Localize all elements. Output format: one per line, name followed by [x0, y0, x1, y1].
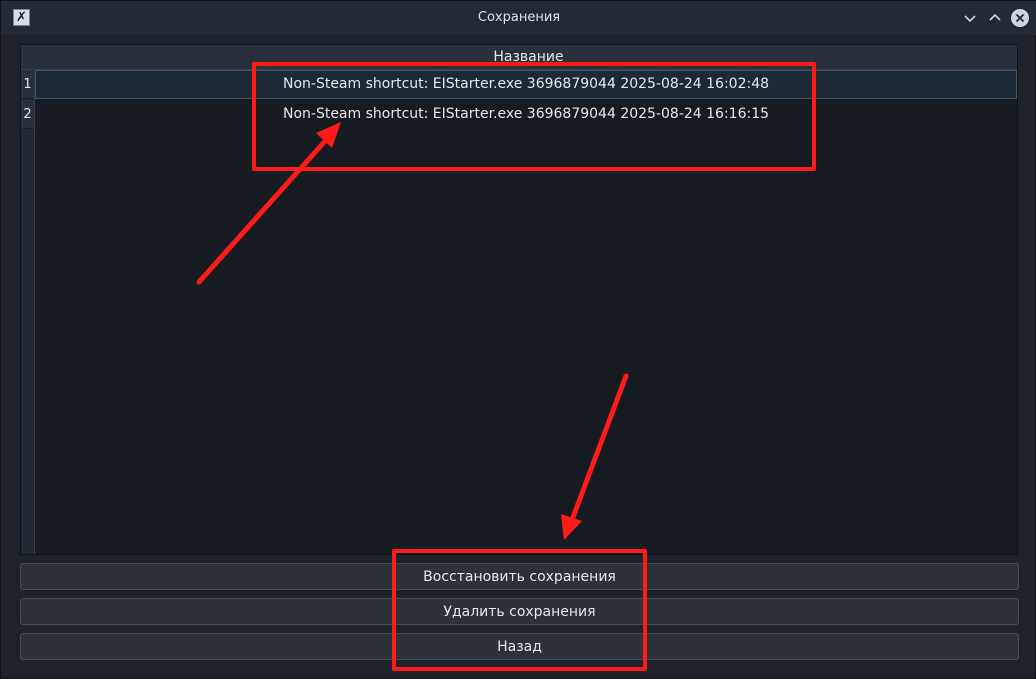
maximize-button[interactable]	[986, 9, 1004, 27]
minimize-button[interactable]	[961, 9, 979, 27]
chevron-up-icon	[989, 13, 1001, 21]
chevron-down-icon	[964, 15, 976, 23]
row-header-column	[21, 70, 35, 554]
row-number[interactable]: 1	[21, 70, 34, 99]
title-bar[interactable]: ✗ Сохранения	[1, 1, 1036, 35]
annotation-box-buttons	[392, 549, 647, 671]
window-title: Сохранения	[477, 10, 561, 25]
close-button[interactable]	[1011, 9, 1029, 27]
row-number[interactable]: 2	[21, 100, 34, 129]
close-icon	[1015, 13, 1025, 23]
annotation-box-saves	[252, 62, 816, 171]
